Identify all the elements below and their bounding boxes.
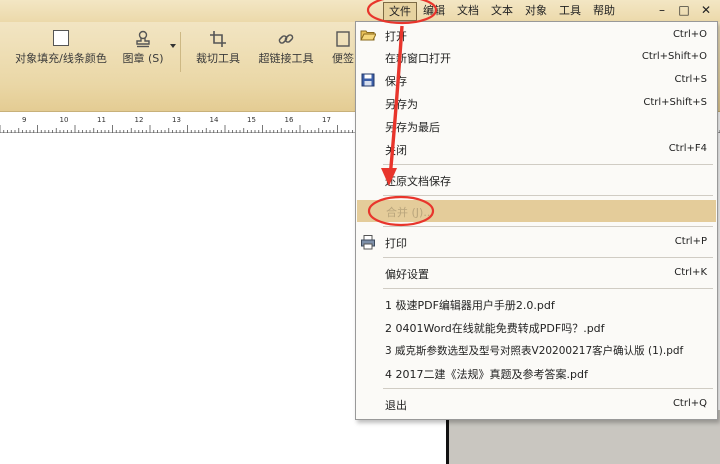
menu-separator <box>383 195 713 196</box>
menu-open-shortcut: Ctrl+O <box>672 29 707 40</box>
menu-separator <box>383 164 713 165</box>
menu-help[interactable]: 帮助 <box>587 1 621 21</box>
note-icon <box>330 30 356 48</box>
menu-save-shortcut: Ctrl+S <box>674 74 707 85</box>
menu-open[interactable]: 打开 Ctrl+O <box>356 24 717 46</box>
stamp-tool[interactable]: 图章 (S) <box>118 30 168 65</box>
minimize-button[interactable]: – <box>652 2 672 19</box>
menu-separator <box>383 226 713 227</box>
menu-print-shortcut: Ctrl+P <box>674 236 707 247</box>
menu-merge[interactable]: 合并 (J)... <box>357 200 716 222</box>
menu-exit[interactable]: 退出 Ctrl+Q <box>356 393 717 415</box>
menu-save-as-final-label: 另存为最后 <box>385 121 440 134</box>
menu-print-label: 打印 <box>385 237 407 250</box>
ruler-label: 12 <box>135 116 144 124</box>
menu-print[interactable]: 打印 Ctrl+P <box>356 231 717 253</box>
fill-color-label: 对象填充/线条颜色 <box>15 52 107 65</box>
save-icon <box>360 72 376 88</box>
menu-preferences-shortcut: Ctrl+K <box>674 267 707 278</box>
menu-merge-label: 合并 (J)... <box>386 206 434 219</box>
menu-close[interactable]: 关闭 Ctrl+F4 <box>356 138 717 160</box>
stamp-label: 图章 (S) <box>122 52 164 65</box>
menu-close-shortcut: Ctrl+F4 <box>668 143 707 154</box>
menu-file[interactable]: 文件 <box>383 2 417 21</box>
recent-file-item[interactable]: 1 极速PDF编辑器用户手册2.0.pdf <box>356 293 717 315</box>
ruler-label: 9 <box>22 116 26 124</box>
menu-edit[interactable]: 编辑 <box>417 1 451 21</box>
recent-file-item[interactable]: 3 威克斯参数选型及型号对照表V20200217客户确认版 (1).pdf <box>356 339 717 361</box>
menu-save-as-final[interactable]: 另存为最后 <box>356 115 717 137</box>
menu-save-as-shortcut: Ctrl+Shift+S <box>643 97 707 108</box>
fill-swatch-icon <box>53 30 69 48</box>
menu-separator <box>383 257 713 258</box>
menu-preferences[interactable]: 偏好设置 Ctrl+K <box>356 262 717 284</box>
maximize-button[interactable]: □ <box>674 2 694 19</box>
ruler-label: 14 <box>210 116 219 124</box>
stamp-dropdown-arrow-icon[interactable] <box>170 44 176 48</box>
note-tool[interactable]: 便签 <box>330 30 356 65</box>
menu-separator <box>383 288 713 289</box>
file-menu-dropdown: 打开 Ctrl+O 在新窗口打开 Ctrl+Shift+O 保存 Ctrl+S … <box>355 21 718 420</box>
recent-file-label: 4 2017二建《法规》真题及参考答案.pdf <box>385 368 588 381</box>
ruler-label: 10 <box>60 116 69 124</box>
recent-file-label: 2 0401Word在线就能免费转成PDF吗？.pdf <box>385 322 605 335</box>
toolbar-separator <box>180 32 181 72</box>
menu-separator <box>383 388 713 389</box>
recent-file-label: 3 威克斯参数选型及型号对照表V20200217客户确认版 (1).pdf <box>385 345 684 357</box>
crop-label: 裁切工具 <box>196 52 240 65</box>
crop-icon <box>190 30 246 48</box>
recent-file-item[interactable]: 4 2017二建《法规》真题及参考答案.pdf <box>356 362 717 384</box>
printer-icon <box>360 234 376 250</box>
note-label: 便签 <box>332 52 354 65</box>
ruler-label: 13 <box>172 116 181 124</box>
menu-text[interactable]: 文本 <box>485 1 519 21</box>
hyperlink-tool[interactable]: 超链接工具 <box>254 30 318 65</box>
menu-save-as-label: 另存为 <box>385 98 418 111</box>
menu-preferences-label: 偏好设置 <box>385 268 429 281</box>
ruler-label: 16 <box>285 116 294 124</box>
recent-file-item[interactable]: 2 0401Word在线就能免费转成PDF吗？.pdf <box>356 316 717 338</box>
menu-close-label: 关闭 <box>385 144 407 157</box>
menu-save[interactable]: 保存 Ctrl+S <box>356 69 717 91</box>
ruler-label: 15 <box>247 116 256 124</box>
ruler-label: 11 <box>97 116 106 124</box>
window-controls: – □ ✕ <box>652 2 716 19</box>
title-bar: 文件 编辑 文档 文本 对象 工具 帮助 – □ ✕ <box>0 0 720 22</box>
menu-save-label: 保存 <box>385 75 407 88</box>
crop-tool[interactable]: 裁切工具 <box>190 30 246 65</box>
menu-revert-save-label: 还原文档保存 <box>385 175 451 188</box>
folder-open-icon <box>360 27 377 43</box>
hyperlink-label: 超链接工具 <box>258 52 314 65</box>
recent-file-label: 1 极速PDF编辑器用户手册2.0.pdf <box>385 299 555 312</box>
menu-open-new-window-label: 在新窗口打开 <box>385 52 451 65</box>
menu-exit-label: 退出 <box>385 399 407 412</box>
menu-object[interactable]: 对象 <box>519 1 553 21</box>
menu-save-as[interactable]: 另存为 Ctrl+Shift+S <box>356 92 717 114</box>
menu-tools[interactable]: 工具 <box>553 1 587 21</box>
menu-revert-save[interactable]: 还原文档保存 <box>356 169 717 191</box>
menu-open-new-window-shortcut: Ctrl+Shift+O <box>641 51 707 62</box>
close-button[interactable]: ✕ <box>696 2 716 19</box>
menu-open-new-window[interactable]: 在新窗口打开 Ctrl+Shift+O <box>356 46 717 68</box>
menu-exit-shortcut: Ctrl+Q <box>672 398 707 409</box>
link-icon <box>254 30 318 48</box>
ruler-label: 17 <box>322 116 331 124</box>
menu-bar: 文件 编辑 文档 文本 对象 工具 帮助 <box>383 1 621 21</box>
menu-document[interactable]: 文档 <box>451 1 485 21</box>
fill-color-tool[interactable]: 对象填充/线条颜色 <box>14 30 108 65</box>
stamp-icon <box>118 30 168 48</box>
menu-open-label: 打开 <box>385 30 407 43</box>
